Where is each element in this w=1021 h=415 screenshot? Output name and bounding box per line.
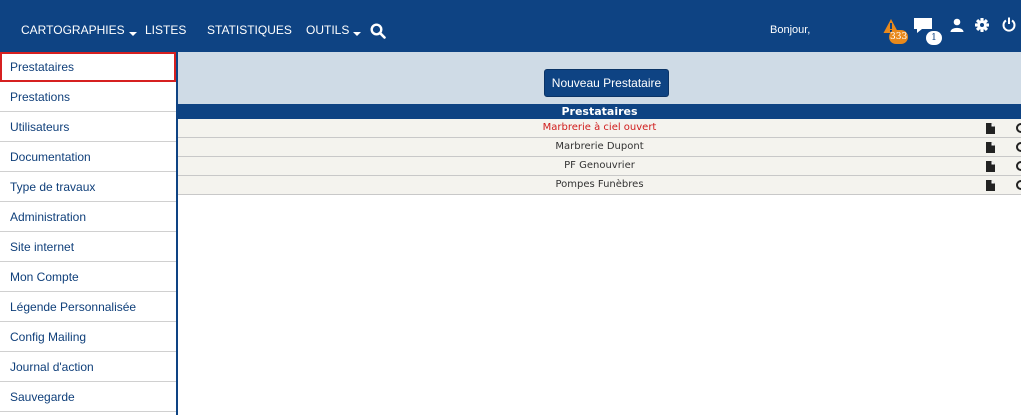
nav-cartographies-menu[interactable]: CARTOGRAPHIES	[21, 0, 137, 52]
top-navbar: CARTOGRAPHIES LISTES STATISTIQUES OUTILS…	[0, 0, 1021, 52]
sidebar-item-utilisateurs[interactable]: Utilisateurs	[0, 112, 176, 142]
caret-down-icon	[128, 31, 137, 36]
row-name[interactable]: Marbrerie Dupont	[178, 138, 1021, 156]
edit-icon[interactable]	[1016, 123, 1021, 133]
nav-cartographies-label: CARTOGRAPHIES	[21, 23, 125, 37]
gear-icon[interactable]	[975, 18, 989, 32]
row-name[interactable]: Marbrerie à ciel ouvert	[178, 119, 1021, 137]
sidebar-item-documentation[interactable]: Documentation	[0, 142, 176, 172]
search-icon[interactable]	[370, 23, 386, 39]
document-icon[interactable]	[986, 161, 995, 172]
document-icon[interactable]	[986, 142, 995, 153]
new-prestataire-button[interactable]: Nouveau Prestataire	[544, 69, 669, 97]
table-row[interactable]: Marbrerie Dupont	[178, 138, 1021, 157]
alerts-button[interactable]: 333	[883, 18, 909, 48]
edit-icon[interactable]	[1016, 142, 1021, 152]
messages-button[interactable]: 1	[914, 18, 942, 48]
document-icon[interactable]	[986, 180, 995, 191]
greeting-text: Bonjour,	[770, 24, 811, 36]
table-row[interactable]: Pompes Funèbres	[178, 176, 1021, 195]
action-bar: Nouveau Prestataire	[178, 52, 1021, 104]
row-name[interactable]: PF Genouvrier	[178, 157, 1021, 175]
nav-outils-menu[interactable]: OUTILS	[306, 0, 362, 52]
sidebar-menu: Prestataires Prestations Utilisateurs Do…	[0, 52, 178, 415]
main-content: Nouveau Prestataire Prestataires Marbrer…	[178, 52, 1021, 415]
sidebar-item-prestataires[interactable]: Prestataires	[0, 52, 176, 82]
user-icon[interactable]	[950, 18, 964, 32]
table-title: Prestataires	[178, 104, 1021, 119]
sidebar-item-config-mailing[interactable]: Config Mailing	[0, 322, 176, 352]
caret-down-icon	[353, 31, 362, 36]
document-icon[interactable]	[986, 123, 995, 134]
sidebar-item-legende-personnalisee[interactable]: Légende Personnalisée	[0, 292, 176, 322]
nav-statistiques[interactable]: STATISTIQUES	[207, 0, 292, 52]
sidebar-item-sauvegarde[interactable]: Sauvegarde	[0, 382, 176, 412]
alerts-count-badge: 333	[889, 30, 909, 44]
edit-icon[interactable]	[1016, 180, 1021, 190]
power-icon[interactable]	[1002, 17, 1016, 32]
row-name[interactable]: Pompes Funèbres	[178, 176, 1021, 194]
messages-count-badge: 1	[926, 31, 942, 45]
nav-outils-label: OUTILS	[306, 23, 350, 37]
table-row[interactable]: Marbrerie à ciel ouvert	[178, 119, 1021, 138]
sidebar-item-journal-action[interactable]: Journal d'action	[0, 352, 176, 382]
table-row[interactable]: PF Genouvrier	[178, 157, 1021, 176]
nav-listes[interactable]: LISTES	[145, 0, 186, 52]
sidebar-item-administration[interactable]: Administration	[0, 202, 176, 232]
sidebar-item-site-internet[interactable]: Site internet	[0, 232, 176, 262]
sidebar-item-mon-compte[interactable]: Mon Compte	[0, 262, 176, 292]
sidebar-item-type-de-travaux[interactable]: Type de travaux	[0, 172, 176, 202]
sidebar-item-prestations[interactable]: Prestations	[0, 82, 176, 112]
edit-icon[interactable]	[1016, 161, 1021, 171]
